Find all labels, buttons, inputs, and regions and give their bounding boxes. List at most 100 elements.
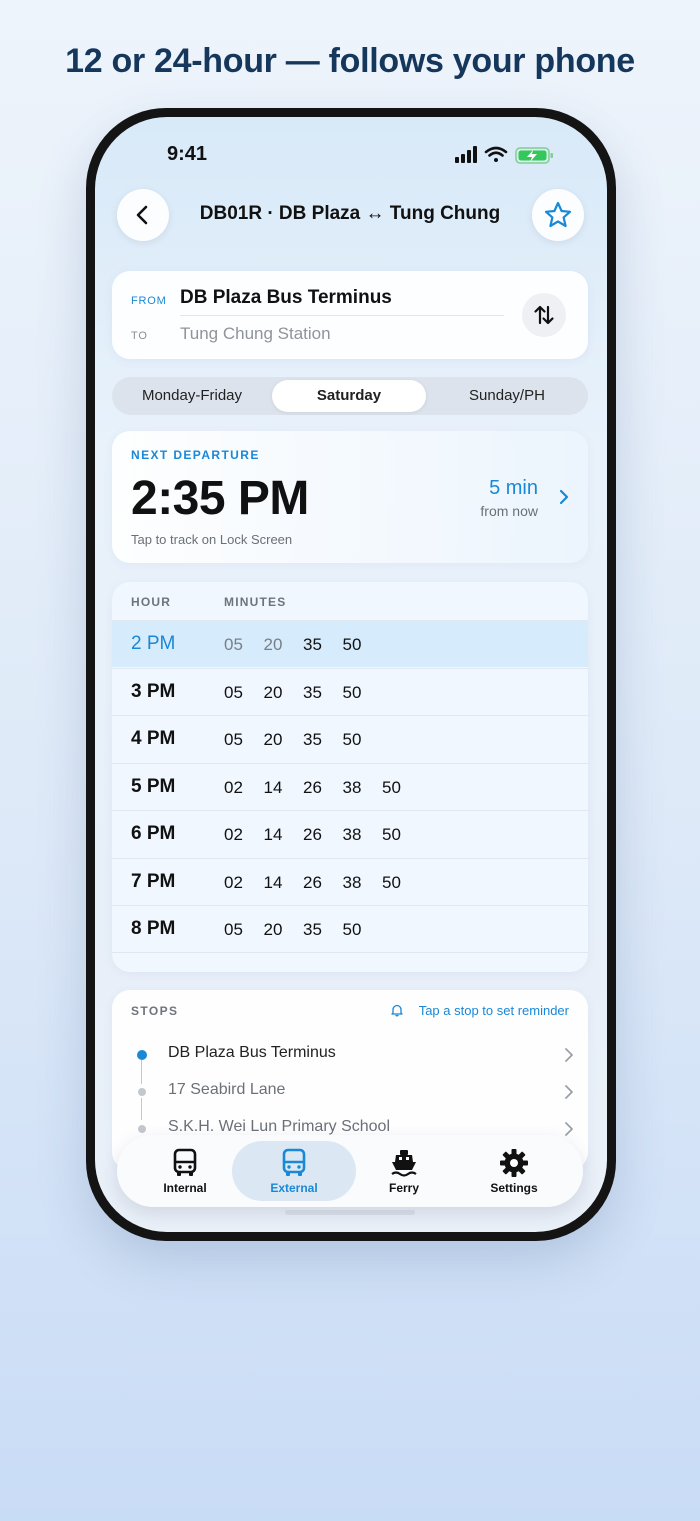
phone-frame: 9:41 DB01R · DB Plaza ↔ Tung Chung FROM … — [86, 108, 616, 1241]
route-divider — [180, 315, 504, 316]
minute-value: 26 — [303, 873, 322, 892]
minute-value: 50 — [342, 730, 362, 749]
chevron-right-icon — [565, 1048, 573, 1062]
minute-value: 05 — [224, 683, 243, 702]
stops-title: STOPS — [131, 1004, 179, 1018]
minute-value: 14 — [263, 778, 283, 797]
status-time: 9:41 — [167, 143, 208, 165]
stop-item[interactable]: 17 Seabird Lane — [112, 1073, 588, 1110]
lock-screen-hint: Tap to track on Lock Screen — [131, 532, 293, 547]
tab-settings[interactable]: Settings — [452, 1141, 576, 1201]
route-card: FROM DB Plaza Bus Terminus TO Tung Chung… — [112, 271, 588, 359]
chevron-right-icon — [565, 1122, 573, 1136]
tab-internal[interactable]: Internal — [123, 1141, 247, 1201]
minute-value: 20 — [263, 683, 283, 702]
bus-icon — [173, 1148, 197, 1176]
minute-value: 35 — [303, 635, 322, 654]
tab-monday-friday[interactable]: Monday-Friday — [115, 380, 269, 412]
tab-label: Ferry — [388, 1181, 420, 1195]
minute-value: 50 — [342, 635, 362, 654]
timetable-row-partial[interactable] — [112, 952, 588, 972]
minute-value: 50 — [382, 778, 401, 797]
bottom-tab-bar: Internal External Ferry Settings — [117, 1135, 583, 1207]
star-icon — [544, 201, 572, 228]
stop-dot — [138, 1125, 146, 1133]
minute-value: 20 — [263, 635, 283, 654]
tab-sunday-ph[interactable]: Sunday/PH — [430, 380, 584, 412]
minute-value: 38 — [342, 825, 362, 844]
minute-value: 26 — [303, 778, 322, 797]
bus-icon — [282, 1148, 306, 1176]
chevron-left-icon — [136, 205, 148, 225]
hour-label: 2 PM — [131, 633, 176, 654]
minute-value: 02 — [224, 778, 243, 797]
minute-value: 35 — [303, 683, 322, 702]
stop-name: 17 Seabird Lane — [168, 1081, 286, 1098]
stop-name: DB Plaza Bus Terminus — [168, 1044, 336, 1061]
status-icons — [455, 146, 553, 164]
battery-icon — [515, 147, 553, 164]
timetable-row[interactable]: 7 PM 02 14 26 38 50 — [112, 858, 588, 905]
minute-value: 50 — [342, 683, 362, 702]
tab-label: Internal — [163, 1181, 207, 1195]
minute-value: 38 — [342, 873, 362, 892]
tab-label: External — [270, 1181, 318, 1195]
hour-label: 6 PM — [131, 823, 176, 844]
minute-value: 38 — [342, 778, 362, 797]
signal-icon — [455, 146, 477, 163]
minute-value: 20 — [263, 730, 283, 749]
stop-dot — [138, 1088, 146, 1096]
stop-dot-current — [137, 1050, 147, 1060]
stop-item[interactable]: DB Plaza Bus Terminus — [112, 1036, 588, 1073]
favorite-button[interactable] — [532, 189, 584, 241]
minute-value: 50 — [382, 825, 401, 844]
timetable-row[interactable]: 2 PM 05 20 35 50 — [112, 620, 588, 667]
hour-label: 3 PM — [131, 681, 176, 702]
eta-suffix: from now — [480, 503, 538, 519]
hour-label: 5 PM — [131, 776, 176, 797]
hour-label: 4 PM — [131, 728, 176, 749]
tab-ferry[interactable]: Ferry — [342, 1141, 466, 1201]
chevron-right-icon — [565, 1085, 573, 1099]
promo-headline: 12 or 24-hour — follows your phone — [65, 42, 635, 80]
swap-arrows-icon — [534, 305, 554, 325]
stop-reminder-hint: Tap a stop to set reminder — [418, 1003, 569, 1018]
next-departure-card[interactable]: NEXT DEPARTURE 2:35 PM Tap to track on L… — [112, 431, 588, 563]
to-stop[interactable]: Tung Chung Station — [180, 324, 331, 344]
minutes-column-header: MINUTES — [224, 595, 287, 609]
timetable-row[interactable]: 3 PM 05 20 35 50 — [112, 668, 588, 715]
timetable-row[interactable]: 6 PM 02 14 26 38 50 — [112, 810, 588, 857]
timetable-row[interactable]: 4 PM 05 20 35 50 — [112, 715, 588, 762]
minute-value: 50 — [382, 873, 401, 892]
minute-value: 02 — [224, 873, 243, 892]
back-button[interactable] — [117, 189, 169, 241]
bell-icon — [391, 1004, 403, 1017]
from-stop[interactable]: DB Plaza Bus Terminus — [180, 287, 392, 309]
minute-value: 35 — [303, 920, 322, 939]
route-title: DB01R · DB Plaza ↔ Tung Chung — [199, 203, 501, 224]
from-label: FROM — [131, 295, 167, 307]
to-label: TO — [131, 330, 148, 342]
minute-value: 02 — [224, 825, 243, 844]
hour-label: 7 PM — [131, 871, 176, 892]
minute-value: 20 — [263, 920, 283, 939]
swap-direction-button[interactable] — [522, 293, 566, 337]
gear-icon — [500, 1149, 528, 1177]
minute-value: 05 — [224, 920, 243, 939]
next-departure-label: NEXT DEPARTURE — [131, 448, 260, 462]
app-screen: 9:41 DB01R · DB Plaza ↔ Tung Chung FROM … — [95, 117, 607, 1232]
minutes-list: 02 14 26 38 50 — [224, 873, 422, 893]
tab-external[interactable]: External — [232, 1141, 356, 1201]
timetable-row[interactable]: 5 PM 02 14 26 38 50 — [112, 763, 588, 810]
home-indicator — [285, 1210, 415, 1215]
minute-value: 05 — [224, 730, 243, 749]
day-type-selector: Monday-Friday Saturday Sunday/PH — [112, 377, 588, 415]
next-departure-time: 2:35 PM — [131, 472, 309, 525]
timetable-row[interactable]: 8 PM 05 20 35 50 — [112, 905, 588, 952]
minutes-list: 05 20 35 50 — [224, 920, 382, 940]
minute-value: 05 — [224, 635, 243, 654]
tab-saturday[interactable]: Saturday — [272, 380, 426, 412]
eta-minutes: 5 min — [489, 477, 538, 499]
minute-value: 14 — [263, 825, 283, 844]
stop-name: S.K.H. Wei Lun Primary School — [168, 1118, 391, 1135]
